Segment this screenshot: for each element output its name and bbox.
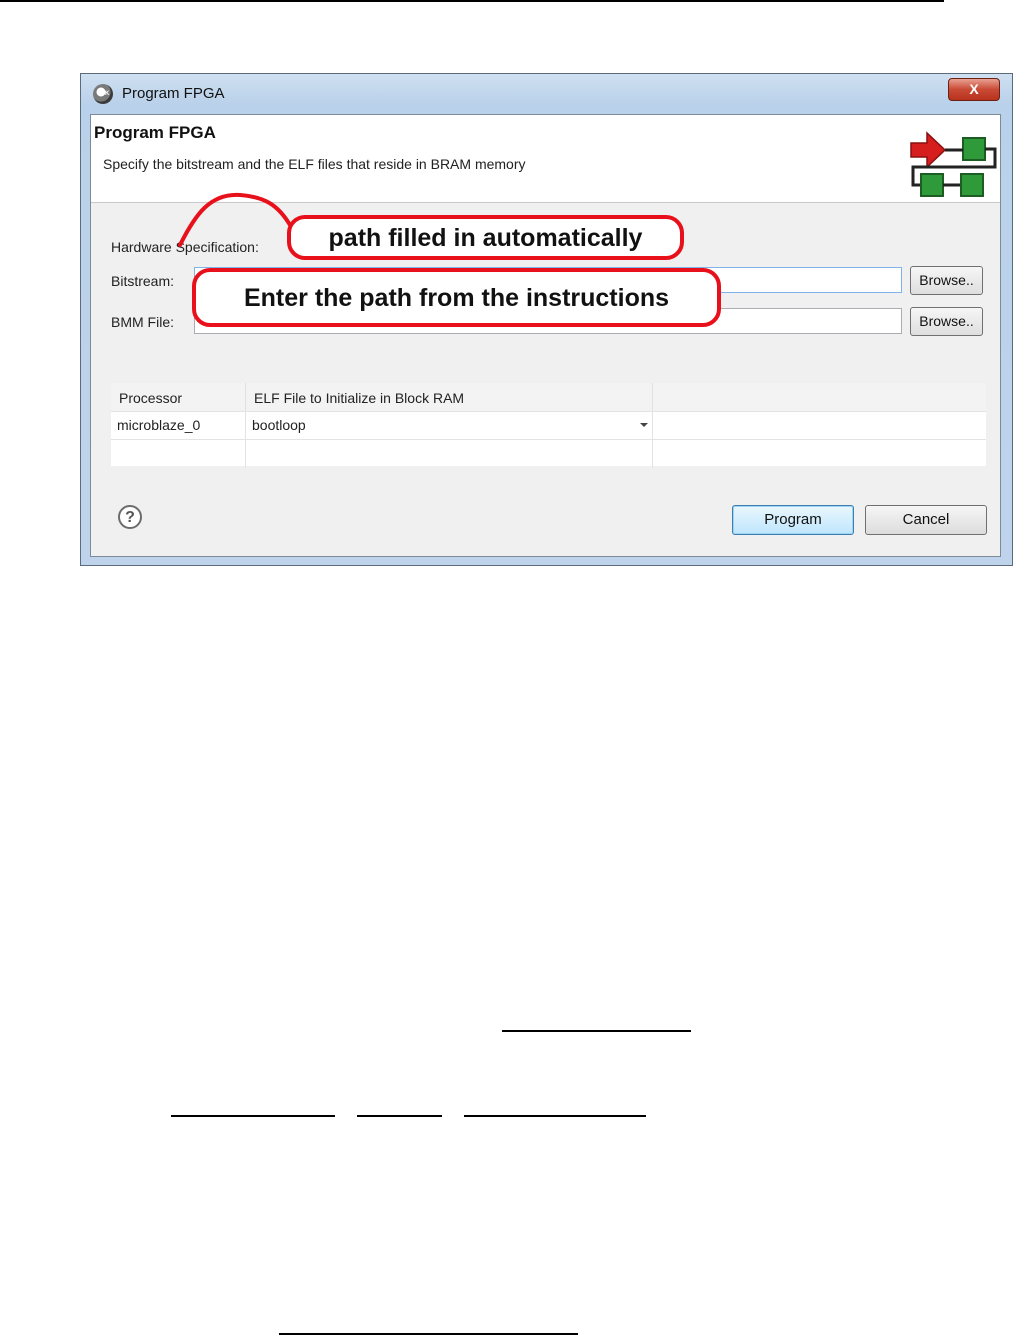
sdk-app-icon: SDK [93, 84, 113, 104]
column-header-processor: Processor [111, 383, 246, 411]
underline [171, 1115, 335, 1117]
page-subtitle: Specify the bitstream and the ELF files … [103, 156, 526, 172]
bmm-file-label: BMM File: [111, 314, 174, 330]
window-title: Program FPGA [122, 85, 225, 102]
empty-cell [111, 440, 246, 468]
extra-cell [653, 411, 986, 439]
page-title: Program FPGA [94, 123, 216, 142]
help-icon[interactable]: ? [118, 505, 142, 529]
title-bar: SDK Program FPGA X [81, 74, 1012, 114]
annotation-curve [178, 192, 292, 247]
underline [357, 1115, 442, 1117]
wizard-arrow-blocks-icon [910, 131, 997, 197]
underline [464, 1115, 646, 1117]
bitstream-browse-button[interactable]: Browse.. [910, 266, 983, 295]
bmm-browse-button[interactable]: Browse.. [910, 307, 983, 336]
processor-cell[interactable]: microblaze_0 [111, 411, 246, 439]
callout-path-auto: path filled in automatically [287, 215, 684, 260]
empty-cell [246, 440, 653, 468]
underline [502, 1030, 691, 1032]
elf-file-dropdown[interactable]: bootloop [246, 411, 653, 439]
dialog-client-area: Program FPGA Specify the bitstream and t… [90, 114, 1001, 557]
column-header-elf-file: ELF File to Initialize in Block RAM [246, 383, 653, 411]
processor-elf-table: Processor ELF File to Initialize in Bloc… [111, 383, 986, 468]
bitstream-label: Bitstream: [111, 273, 175, 289]
page-top-rule [0, 0, 944, 2]
cancel-button[interactable]: Cancel [865, 505, 987, 535]
chevron-down-icon[interactable] [640, 423, 648, 427]
column-header-extra [653, 383, 986, 411]
program-button[interactable]: Program [732, 505, 854, 535]
close-button[interactable]: X [948, 78, 1000, 101]
underline [279, 1333, 578, 1335]
callout-enter-path: Enter the path from the instructions [192, 268, 721, 327]
